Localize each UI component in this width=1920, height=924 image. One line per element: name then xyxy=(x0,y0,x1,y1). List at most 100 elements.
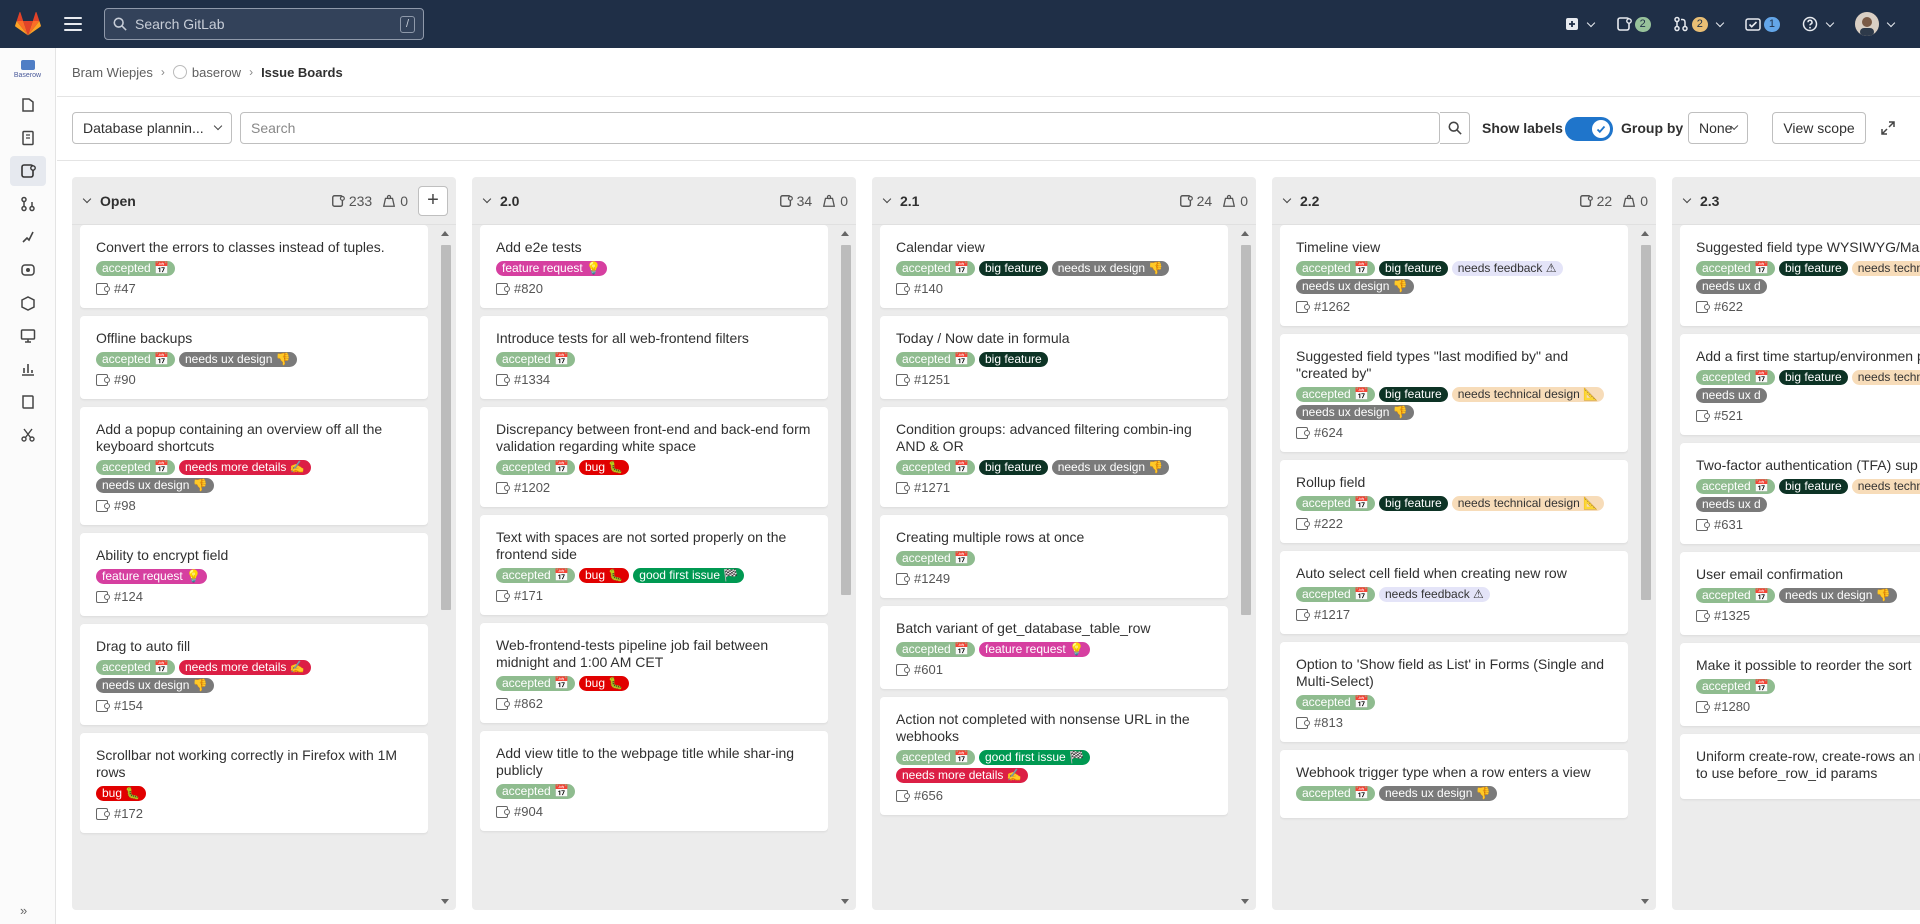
issue-label[interactable]: needs ux design 👎 xyxy=(1051,261,1170,276)
issue-card[interactable]: Offline backups accepted 📅 needs ux design… xyxy=(80,316,428,399)
issue-label[interactable]: accepted 📅 xyxy=(896,261,975,276)
scroll-down-arrow-icon[interactable] xyxy=(1241,899,1249,904)
filter-search-input[interactable]: Search xyxy=(240,112,1440,144)
scroll-up-arrow-icon[interactable] xyxy=(441,231,449,236)
issue-title[interactable]: User email confirmation xyxy=(1696,566,1920,583)
issue-card[interactable]: Suggested field type WYSIWYG/Ma support a… xyxy=(1680,225,1920,326)
repository-icon[interactable] xyxy=(10,123,46,153)
issue-card[interactable]: Rollup field accepted 📅 big feature needs t… xyxy=(1280,460,1628,543)
issue-label[interactable]: big feature xyxy=(1778,370,1848,385)
issue-card[interactable]: Creating multiple rows at once accepted 📅… xyxy=(880,515,1228,598)
breadcrumb-current[interactable]: Issue Boards xyxy=(261,65,343,80)
issue-card[interactable]: Auto select cell field when creating new… xyxy=(1280,551,1628,634)
issue-label[interactable]: accepted 📅 xyxy=(1696,679,1775,694)
monitor-icon[interactable] xyxy=(10,321,46,351)
issue-label[interactable]: big feature xyxy=(1378,496,1448,511)
issue-title[interactable]: Rollup field xyxy=(1296,474,1612,491)
issue-title[interactable]: Add a first time startup/environmen page xyxy=(1696,348,1920,365)
merge-requests-icon[interactable] xyxy=(10,189,46,219)
scroll-up-arrow-icon[interactable] xyxy=(1641,231,1649,236)
show-labels-toggle[interactable] xyxy=(1565,117,1613,141)
issue-label[interactable]: accepted 📅 xyxy=(1296,786,1375,801)
issue-label[interactable]: needs ux design 👎 xyxy=(96,478,214,493)
issue-title[interactable]: Calendar view xyxy=(896,239,1212,256)
issue-title[interactable]: Option to 'Show field as List' in Forms … xyxy=(1296,656,1612,690)
issue-label[interactable]: accepted 📅 xyxy=(496,460,575,475)
analytics-icon[interactable] xyxy=(10,354,46,384)
issue-label[interactable]: needs feedback ⚠ xyxy=(1378,587,1490,602)
chevron-down-icon[interactable] xyxy=(882,194,892,203)
issue-label[interactable]: accepted 📅 xyxy=(1296,387,1375,402)
issue-title[interactable]: Timeline view xyxy=(1296,239,1612,256)
ci-cd-icon[interactable] xyxy=(10,222,46,252)
issue-title[interactable]: Today / Now date in formula xyxy=(896,330,1212,347)
issue-card[interactable]: Add view title to the webpage title whil… xyxy=(480,731,828,831)
issue-label[interactable]: needs ux design 👎 xyxy=(96,678,214,693)
issue-title[interactable]: Scrollbar not working correctly in Firef… xyxy=(96,747,412,781)
issue-title[interactable]: Auto select cell field when creating new… xyxy=(1296,565,1612,582)
issue-title[interactable]: Text with spaces are not sorted properly… xyxy=(496,529,812,563)
issue-label[interactable]: accepted 📅 xyxy=(496,676,575,691)
issue-label[interactable]: big feature xyxy=(978,460,1048,475)
issue-title[interactable]: Suggested field type WYSIWYG/Ma support xyxy=(1696,239,1920,256)
list-title[interactable]: 2.2 xyxy=(1300,193,1319,209)
todos-link[interactable]: 1 xyxy=(1745,16,1780,32)
issue-title[interactable]: Action not completed with nonsense URL i… xyxy=(896,711,1212,745)
issue-card[interactable]: Calendar view accepted 📅 big feature needs … xyxy=(880,225,1228,308)
issue-title[interactable]: Convert the errors to classes instead of… xyxy=(96,239,412,256)
issue-label[interactable]: accepted 📅 xyxy=(896,460,975,475)
issue-label[interactable]: needs ux design 👎 xyxy=(1778,588,1897,603)
issue-label[interactable]: accepted 📅 xyxy=(896,551,975,566)
wiki-icon[interactable] xyxy=(10,387,46,417)
group-by-dropdown[interactable]: None xyxy=(1688,112,1748,144)
issue-card[interactable]: Add a popup containing an overview off a… xyxy=(80,407,428,525)
issue-label[interactable]: needs technical design 📐 xyxy=(1851,261,1920,276)
scroll-up-arrow-icon[interactable] xyxy=(841,231,849,236)
view-scope-button[interactable]: View scope xyxy=(1772,112,1866,144)
issue-label[interactable]: needs technical design 📐 xyxy=(1451,496,1605,511)
user-menu-dropdown[interactable] xyxy=(1855,12,1896,36)
issue-card[interactable]: Make it possible to reorder the sort acce… xyxy=(1680,643,1920,726)
issue-label[interactable]: needs ux design 👎 xyxy=(1051,460,1170,475)
issue-card[interactable]: Two-factor authentication (TFA) sup accep… xyxy=(1680,443,1920,544)
issue-label[interactable]: accepted 📅 xyxy=(1696,370,1775,385)
issue-card[interactable]: Convert the errors to classes instead of… xyxy=(80,225,428,308)
issue-title[interactable]: Discrepancy between front-end and back-e… xyxy=(496,421,812,455)
issue-card[interactable]: Drag to auto fill accepted 📅 needs more de… xyxy=(80,624,428,725)
deployments-icon[interactable] xyxy=(10,255,46,285)
issue-label[interactable]: needs ux d xyxy=(1696,497,1767,512)
scroll-up-arrow-icon[interactable] xyxy=(1241,231,1249,236)
issue-title[interactable]: Drag to auto fill xyxy=(96,638,412,655)
issue-card[interactable]: Webhook trigger type when a row enters a… xyxy=(1280,750,1628,818)
issue-card[interactable]: Discrepancy between front-end and back-e… xyxy=(480,407,828,507)
scroll-down-arrow-icon[interactable] xyxy=(441,899,449,904)
issue-title[interactable]: Creating multiple rows at once xyxy=(896,529,1212,546)
list-title[interactable]: Open xyxy=(100,193,136,209)
issue-card[interactable]: Action not completed with nonsense URL i… xyxy=(880,697,1228,815)
issue-card[interactable]: Batch variant of get_database_table_row a… xyxy=(880,606,1228,689)
issue-label[interactable]: accepted 📅 xyxy=(1696,479,1775,494)
chevron-down-icon[interactable] xyxy=(82,194,92,203)
gitlab-logo-icon[interactable] xyxy=(14,10,42,38)
scroll-down-arrow-icon[interactable] xyxy=(1641,899,1649,904)
scrollbar-thumb[interactable] xyxy=(441,245,451,610)
issue-title[interactable]: Add e2e tests xyxy=(496,239,812,256)
filter-search-button[interactable] xyxy=(1440,112,1470,144)
issue-label[interactable]: good first issue 🏁 xyxy=(633,568,745,583)
snippets-icon[interactable] xyxy=(10,420,46,450)
issue-label[interactable]: accepted 📅 xyxy=(96,352,175,367)
issue-title[interactable]: Suggested field types "last modified by"… xyxy=(1296,348,1612,382)
issue-label[interactable]: feature request 💡 xyxy=(978,642,1090,657)
issue-card[interactable]: Add a first time startup/environmen page… xyxy=(1680,334,1920,435)
issue-label[interactable]: accepted 📅 xyxy=(496,784,575,799)
scrollbar-thumb[interactable] xyxy=(1241,245,1251,615)
maximize-icon[interactable] xyxy=(1880,120,1896,136)
chevron-down-icon[interactable] xyxy=(1682,194,1692,203)
issue-card[interactable]: Suggested field types "last modified by"… xyxy=(1280,334,1628,452)
issue-label[interactable]: bug 🐛 xyxy=(578,676,630,691)
issue-label[interactable]: big feature xyxy=(978,352,1048,367)
issue-label[interactable]: accepted 📅 xyxy=(96,460,175,475)
issue-label[interactable]: needs technical design 📐 xyxy=(1451,387,1605,402)
help-dropdown[interactable] xyxy=(1802,16,1835,32)
project-avatar[interactable]: Baserow xyxy=(12,60,44,79)
